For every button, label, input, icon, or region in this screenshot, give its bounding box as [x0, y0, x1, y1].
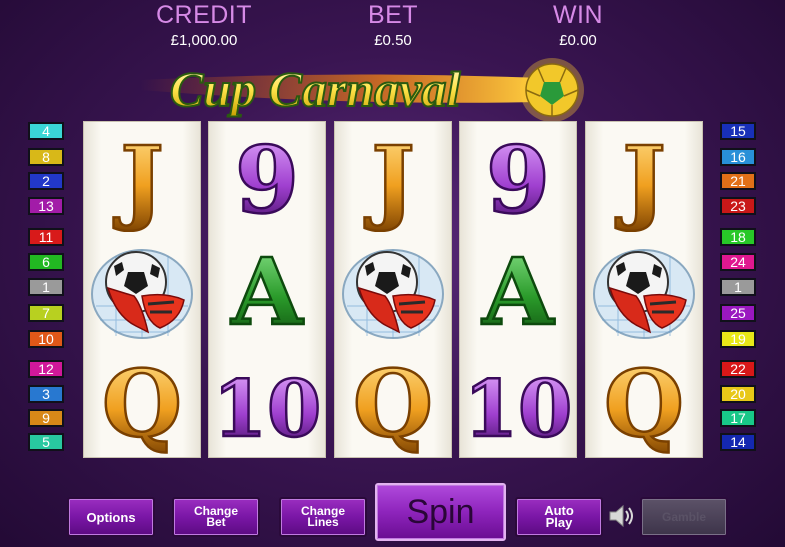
payline-badge-left-5[interactable]: 5	[28, 433, 64, 451]
reel-3: J Q	[334, 121, 452, 458]
payline-badge-left-13[interactable]: 13	[28, 197, 64, 215]
payline-badge-right-15[interactable]: 15	[720, 122, 756, 140]
symbol-a: A	[460, 234, 576, 346]
logo-text: Cup Carnaval	[170, 61, 460, 117]
options-button-label: Options	[86, 509, 136, 525]
payline-badge-left-4[interactable]: 4	[28, 122, 64, 140]
change-lines-button-label: Change Lines	[300, 504, 345, 529]
credit-label: CREDIT	[155, 1, 253, 29]
svg-text:J: J	[364, 126, 415, 232]
payline-badge-left-11[interactable]: 11	[28, 228, 64, 246]
svg-text:J: J	[615, 126, 666, 232]
svg-text:A: A	[230, 238, 304, 344]
reel-5: J Q	[585, 121, 703, 458]
symbol-j: J	[84, 122, 200, 234]
win-value: £0.00	[559, 32, 597, 49]
payline-badge-left-7[interactable]: 7	[28, 304, 64, 322]
svg-text:9: 9	[486, 126, 550, 232]
svg-text:J: J	[113, 126, 164, 232]
game-logo: Cup Carnaval	[140, 50, 600, 130]
payline-badge-left-2[interactable]: 2	[28, 172, 64, 190]
bet-meter: BET £0.50	[313, 2, 473, 49]
auto-play-button-label: Auto Play	[544, 503, 574, 530]
football-gloves-symbol	[586, 234, 702, 346]
symbol-q: Q	[335, 346, 451, 458]
payline-badge-right-14[interactable]: 14	[720, 433, 756, 451]
symbol-q: Q	[586, 346, 702, 458]
payline-badge-left-9[interactable]: 9	[28, 409, 64, 427]
svg-text:A: A	[481, 238, 555, 344]
svg-text:10: 10	[464, 364, 573, 455]
svg-text:Q: Q	[102, 350, 182, 456]
svg-text:Q: Q	[604, 350, 684, 456]
auto-play-button[interactable]: Auto Play	[515, 497, 603, 537]
svg-text:10: 10	[213, 364, 322, 455]
win-label: WIN	[552, 1, 604, 29]
gamble-button-label: Gamble	[661, 509, 706, 524]
change-lines-button[interactable]: Change Lines	[279, 497, 367, 537]
payline-badge-left-12[interactable]: 12	[28, 360, 64, 378]
payline-badge-right-16[interactable]: 16	[720, 148, 756, 166]
bet-label: BET	[367, 1, 419, 29]
payline-badge-right-17[interactable]: 17	[720, 409, 756, 427]
svg-text:Q: Q	[353, 350, 433, 456]
payline-badge-left-3[interactable]: 3	[28, 385, 64, 403]
payline-badge-left-1[interactable]: 1	[28, 278, 64, 296]
symbol-9: 9	[209, 122, 325, 234]
payline-badge-right-24[interactable]: 24	[720, 253, 756, 271]
reel-4: 9 A 10	[459, 121, 577, 458]
options-button[interactable]: Options	[67, 497, 155, 537]
payline-badge-right-1[interactable]: 1	[720, 278, 756, 296]
football-icon	[520, 58, 584, 122]
payline-badge-right-23[interactable]: 23	[720, 197, 756, 215]
football-gloves-symbol	[84, 234, 200, 346]
svg-text:9: 9	[235, 126, 299, 232]
change-bet-button-label: Change Bet	[193, 504, 238, 529]
symbol-9: 9	[460, 122, 576, 234]
payline-badge-left-6[interactable]: 6	[28, 253, 64, 271]
payline-badge-right-22[interactable]: 22	[720, 360, 756, 378]
payline-badge-right-21[interactable]: 21	[720, 172, 756, 190]
payline-badge-right-25[interactable]: 25	[720, 304, 756, 322]
credit-value: £1,000.00	[170, 32, 238, 49]
symbol-q: Q	[84, 346, 200, 458]
payline-badge-left-10[interactable]: 10	[28, 330, 64, 348]
payline-badge-right-18[interactable]: 18	[720, 228, 756, 246]
win-meter: WIN £0.00	[498, 2, 658, 49]
symbol-10: 10	[460, 346, 576, 458]
symbol-a: A	[209, 234, 325, 346]
symbol-j: J	[586, 122, 702, 234]
symbol-j: J	[335, 122, 451, 234]
payline-badge-right-20[interactable]: 20	[720, 385, 756, 403]
reel-2: 9 A 10	[208, 121, 326, 458]
symbol-10: 10	[209, 346, 325, 458]
gamble-button[interactable]: Gamble	[640, 497, 728, 537]
change-bet-button[interactable]: Change Bet	[172, 497, 260, 537]
speaker-icon[interactable]	[607, 502, 637, 530]
spin-button-label: Spin	[406, 492, 475, 531]
payline-badge-right-19[interactable]: 19	[720, 330, 756, 348]
reel-1: J Q	[83, 121, 201, 458]
spin-button[interactable]: Spin	[375, 483, 506, 541]
payline-badge-left-8[interactable]: 8	[28, 148, 64, 166]
bet-value: £0.50	[374, 32, 412, 49]
credit-meter: CREDIT £1,000.00	[124, 2, 284, 49]
football-gloves-symbol	[335, 234, 451, 346]
